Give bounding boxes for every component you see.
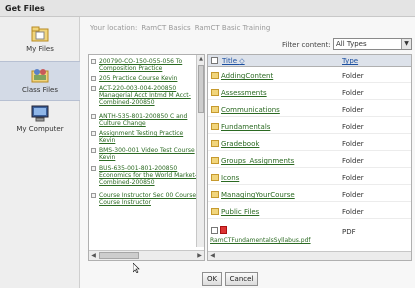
- table-row[interactable]: Communications Folder: [208, 103, 411, 117]
- folder-icon: [211, 123, 219, 130]
- list-item[interactable]: Course Instructor Sec 00 Course Course I…: [91, 192, 201, 206]
- folder-icon: [211, 208, 219, 215]
- folder-icon: [211, 106, 219, 113]
- filter-label: Filter content:: [282, 41, 331, 49]
- scroll-left-icon[interactable]: ◀: [208, 252, 217, 260]
- table-header: Title ◇ Type: [208, 55, 411, 67]
- nav-my-files[interactable]: My Files: [0, 21, 80, 61]
- cancel-button[interactable]: Cancel: [225, 272, 258, 286]
- pdf-icon: [220, 226, 227, 234]
- table-row[interactable]: Groups_Assignments Folder: [208, 154, 411, 168]
- list-bullet-icon: [91, 59, 96, 64]
- scroll-right-icon[interactable]: ▶: [195, 251, 204, 260]
- scroll-left-icon[interactable]: ◀: [89, 251, 98, 260]
- table-row[interactable]: Public Files Folder: [208, 205, 411, 219]
- nav-label: My Computer: [16, 125, 64, 133]
- list-bullet-icon: [91, 114, 96, 119]
- table-row[interactable]: Icons Folder: [208, 171, 411, 185]
- course-list-hscroll[interactable]: ◀ ▶: [89, 250, 204, 260]
- mouse-pointer-icon: [133, 263, 140, 273]
- breadcrumb: Your location: RamCT Basics RamCT Basic Tr…: [90, 24, 274, 32]
- location-label: Your location:: [90, 24, 138, 32]
- list-item[interactable]: Assignment Testing Practice Kevin: [91, 130, 201, 144]
- list-item[interactable]: 205 Practice Course Kevin: [91, 75, 201, 82]
- breadcrumb-item[interactable]: RamCT Basics: [141, 24, 190, 32]
- chevron-down-icon[interactable]: ▼: [401, 39, 411, 49]
- list-bullet-icon: [91, 148, 96, 153]
- table-row[interactable]: ManagingYourCourse Folder: [208, 188, 411, 202]
- course-list-vscroll[interactable]: ▲: [196, 55, 204, 247]
- breadcrumb-item[interactable]: RamCT Basic Training: [195, 24, 271, 32]
- folder-icon: [211, 157, 219, 164]
- table-row[interactable]: AddingContent Folder: [208, 69, 411, 83]
- course-list: 200790-CO-150-055-056 To Composition Pra…: [88, 54, 205, 261]
- sort-arrow-icon: ◇: [239, 57, 245, 65]
- table-row[interactable]: Assessments Folder: [208, 86, 411, 100]
- nav-class-files[interactable]: Class Files: [0, 61, 80, 101]
- filter-value: All Types: [336, 40, 367, 48]
- list-item[interactable]: 200790-CO-150-055-056 To Composition Pra…: [91, 58, 201, 72]
- list-item[interactable]: BUS-635-001-801-200850 Economics for the…: [91, 165, 201, 186]
- row-checkbox[interactable]: [211, 227, 218, 234]
- list-bullet-icon: [91, 131, 96, 136]
- scroll-thumb[interactable]: [99, 252, 139, 259]
- column-title[interactable]: Title ◇: [222, 57, 245, 65]
- list-item[interactable]: ANTH-535-801-200850 C and Culture Change: [91, 113, 201, 127]
- folder-files-icon: [31, 26, 49, 42]
- folder-icon: [211, 72, 219, 79]
- file-table: Title ◇ Type AddingContent Folder Assessm…: [207, 54, 412, 261]
- select-all-checkbox[interactable]: [211, 57, 218, 64]
- nav-label: Class Files: [21, 86, 58, 94]
- dialog-title: Get Files: [0, 0, 415, 17]
- table-row[interactable]: Gradebook Folder: [208, 137, 411, 151]
- list-bullet-icon: [91, 76, 96, 81]
- table-row[interactable]: RamCTFundamentalsSyllabus.pdf PDF: [208, 225, 411, 247]
- scroll-thumb[interactable]: [198, 65, 204, 113]
- ok-button[interactable]: OK: [202, 272, 222, 286]
- main-panel: Your location: RamCT Basics RamCT Basic Tr…: [80, 17, 415, 288]
- source-nav: My Files Class Files My Computer: [0, 17, 80, 288]
- folder-icon: [211, 140, 219, 147]
- column-type[interactable]: Type: [342, 57, 358, 65]
- table-row[interactable]: Fundamentals Folder: [208, 120, 411, 134]
- list-item[interactable]: BMS-300-001 Video Test Course Kevin: [91, 147, 201, 161]
- file-table-hscroll[interactable]: ◀: [208, 251, 411, 260]
- list-bullet-icon: [91, 86, 96, 91]
- nav-my-computer[interactable]: My Computer: [0, 101, 80, 141]
- filter-select[interactable]: All Types ▼: [333, 38, 412, 50]
- class-files-icon: [31, 69, 49, 83]
- folder-icon: [211, 174, 219, 181]
- folder-icon: [211, 89, 219, 96]
- folder-icon: [211, 191, 219, 198]
- list-bullet-icon: [91, 166, 96, 171]
- computer-icon: [31, 105, 49, 122]
- list-bullet-icon: [91, 193, 96, 198]
- scroll-up-icon[interactable]: ▲: [197, 55, 204, 63]
- list-item[interactable]: ACT-220-003-004-200850 Managerial Acct I…: [91, 85, 201, 106]
- nav-label: My Files: [26, 45, 54, 53]
